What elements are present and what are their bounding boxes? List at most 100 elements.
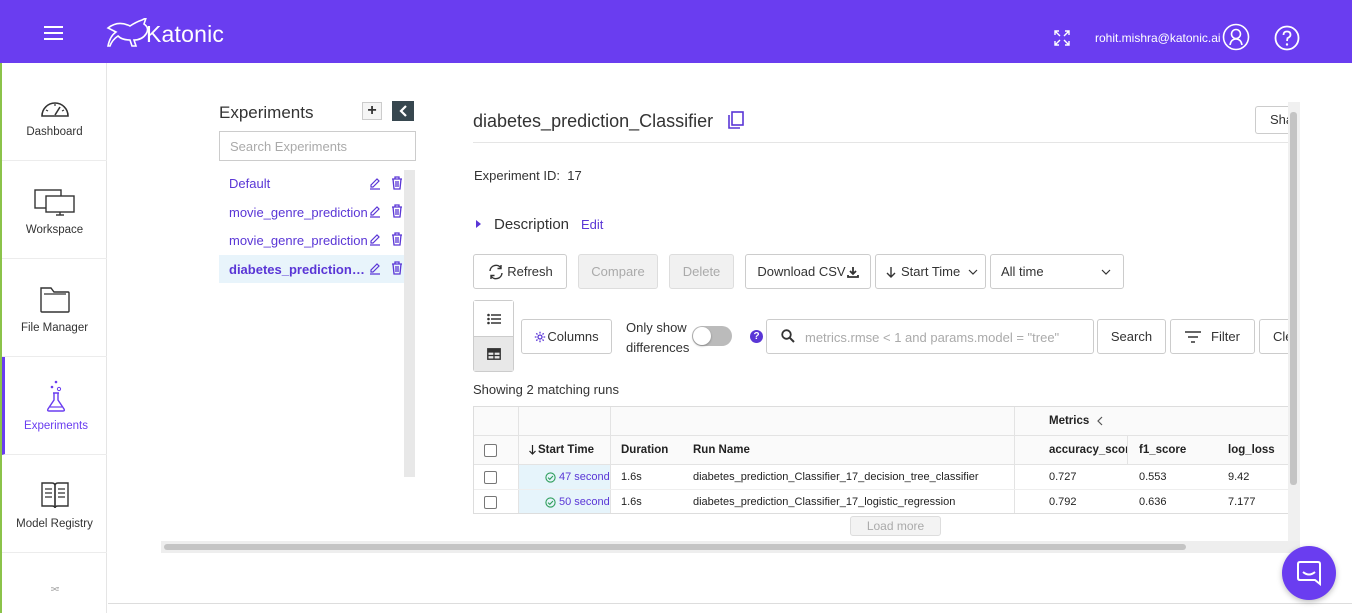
show-differences-toggle[interactable]: [692, 326, 732, 346]
trash-icon[interactable]: [391, 176, 403, 190]
select-all-cell: [484, 436, 497, 464]
search-button[interactable]: Search: [1097, 319, 1166, 354]
sidebar-item-pipelines[interactable]: [2, 553, 107, 613]
run-name[interactable]: diabetes_prediction_Classifier_17_decisi…: [693, 465, 979, 489]
check-circle-icon: [545, 471, 556, 483]
sort-select[interactable]: Start Time: [875, 254, 986, 289]
row-select-cell: [484, 490, 497, 513]
run-duration: 1.6s: [621, 471, 642, 483]
add-experiment-button[interactable]: +: [362, 102, 382, 120]
scrollbar-thumb[interactable]: [164, 544, 1186, 550]
experiment-item[interactable]: Default: [219, 170, 405, 198]
metric-accuracy-score: 0.727: [1049, 471, 1077, 483]
column-group-header: Metrics: [474, 407, 1288, 436]
metrics-group-label[interactable]: Metrics: [1049, 407, 1104, 435]
fullscreen-icon[interactable]: [1054, 30, 1070, 46]
filter-button[interactable]: Filter: [1170, 319, 1255, 354]
select-all-checkbox[interactable]: [484, 443, 497, 457]
horizontal-scrollbar[interactable]: [161, 541, 1300, 553]
sidebar-item-dashboard[interactable]: Dashboard: [2, 63, 107, 161]
runs-search-box: [766, 319, 1094, 354]
description-toggle[interactable]: Description: [494, 216, 569, 233]
chat-button[interactable]: [1282, 546, 1336, 600]
experiment-item[interactable]: movie_genre_prediction: [219, 226, 405, 254]
user-email[interactable]: rohit.mishra@katonic.ai: [1095, 31, 1221, 45]
trash-icon[interactable]: [391, 204, 403, 218]
sidebar-item-label: Dashboard: [26, 126, 83, 138]
metric-f1-score: 0.636: [1139, 496, 1167, 508]
runs-search-input[interactable]: [805, 328, 1085, 346]
sidebar-item-label: Model Registry: [16, 518, 93, 530]
experiment-name[interactable]: diabetes_prediction_Classifier: [229, 262, 369, 277]
pencil-icon[interactable]: [369, 177, 381, 190]
column-header-log-loss[interactable]: log_loss: [1228, 436, 1275, 464]
experiment-title: diabetes_prediction_Classifier: [473, 111, 714, 131]
experiment-name[interactable]: movie_genre_prediction: [229, 233, 369, 248]
table-row[interactable]: 50 seconds ago 1.6s diabetes_prediction_…: [474, 490, 1288, 513]
refresh-icon: [489, 264, 503, 279]
column-header-run-name[interactable]: Run Name: [693, 436, 750, 464]
load-more-button[interactable]: Load more: [850, 516, 941, 536]
monitor-icon: [33, 189, 75, 216]
pencil-icon[interactable]: [369, 205, 381, 218]
run-start-time[interactable]: 50 seconds ago: [519, 490, 610, 513]
pencil-icon[interactable]: [369, 262, 381, 275]
scrollbar-thumb[interactable]: [1290, 112, 1297, 485]
chevron-down-icon: [1101, 269, 1111, 275]
experiment-id: Experiment ID: 17: [474, 168, 582, 183]
sidebar-item-workspace[interactable]: Workspace: [2, 161, 107, 259]
trash-icon[interactable]: [391, 232, 403, 246]
sidebar-item-experiments[interactable]: Experiments: [2, 357, 107, 455]
time-filter-select[interactable]: All time: [990, 254, 1124, 289]
question-icon[interactable]: ?: [750, 330, 763, 343]
pipeline-icon: [50, 587, 59, 591]
search-experiments-input[interactable]: [219, 131, 416, 161]
experiment-item-active[interactable]: diabetes_prediction_Classifier: [219, 255, 405, 283]
table-row[interactable]: 47 seconds ago 1.6s diabetes_prediction_…: [474, 465, 1288, 490]
run-duration: 1.6s: [621, 496, 642, 508]
vertical-scrollbar[interactable]: [1288, 102, 1300, 545]
sidebar-item-file-manager[interactable]: File Manager: [2, 259, 107, 357]
run-name[interactable]: diabetes_prediction_Classifier_17_logist…: [693, 490, 955, 513]
chevron-left-icon[interactable]: [1096, 416, 1104, 426]
compare-button[interactable]: Compare: [578, 254, 658, 289]
share-button[interactable]: Share: [1255, 106, 1289, 134]
copy-icon[interactable]: [728, 111, 744, 129]
edit-description-link[interactable]: Edit: [581, 217, 603, 232]
experiment-item[interactable]: movie_genre_prediction: [219, 198, 405, 226]
help-icon[interactable]: [1274, 25, 1300, 51]
user-avatar-icon[interactable]: [1222, 23, 1250, 51]
experiment-name[interactable]: movie_genre_prediction: [229, 205, 369, 220]
check-circle-icon: [545, 496, 556, 508]
sidebar-item-model-registry[interactable]: Model Registry: [2, 455, 107, 553]
column-header-accuracy-score[interactable]: accuracy_score: [1049, 436, 1127, 464]
clear-button[interactable]: Clear: [1259, 319, 1288, 354]
row-checkbox[interactable]: [484, 495, 497, 509]
column-header-start-time[interactable]: Start Time: [529, 436, 594, 464]
run-start-time[interactable]: 47 seconds ago: [519, 465, 610, 489]
column-header-duration[interactable]: Duration: [621, 436, 668, 464]
experiment-name[interactable]: Default: [229, 176, 369, 191]
folder-icon: [39, 287, 70, 313]
refresh-button[interactable]: Refresh: [473, 254, 567, 289]
columns-button[interactable]: Columns: [521, 319, 612, 354]
collapse-panel-button[interactable]: [392, 101, 414, 121]
sidebar: Dashboard Workspace File Manager Experim…: [0, 63, 107, 613]
menu-icon[interactable]: [44, 25, 64, 41]
list-view-button[interactable]: [474, 301, 513, 337]
column-header-f1-score[interactable]: f1_score: [1139, 436, 1186, 464]
book-icon: [40, 482, 69, 509]
brand-logo[interactable]: Katonic: [106, 17, 224, 49]
download-icon: [846, 266, 859, 278]
view-toggle: [473, 300, 514, 372]
pencil-icon[interactable]: [369, 233, 381, 246]
caret-right-icon[interactable]: [476, 220, 481, 228]
experiments-scrollbar[interactable]: [404, 170, 415, 477]
trash-icon[interactable]: [391, 261, 403, 275]
table-view-button[interactable]: [474, 337, 513, 371]
delete-button[interactable]: Delete: [669, 254, 734, 289]
experiments-panel-title: Experiments: [219, 103, 314, 122]
download-csv-button[interactable]: Download CSV: [745, 254, 871, 289]
row-checkbox[interactable]: [484, 470, 497, 484]
sidebar-item-label: File Manager: [20, 322, 89, 334]
